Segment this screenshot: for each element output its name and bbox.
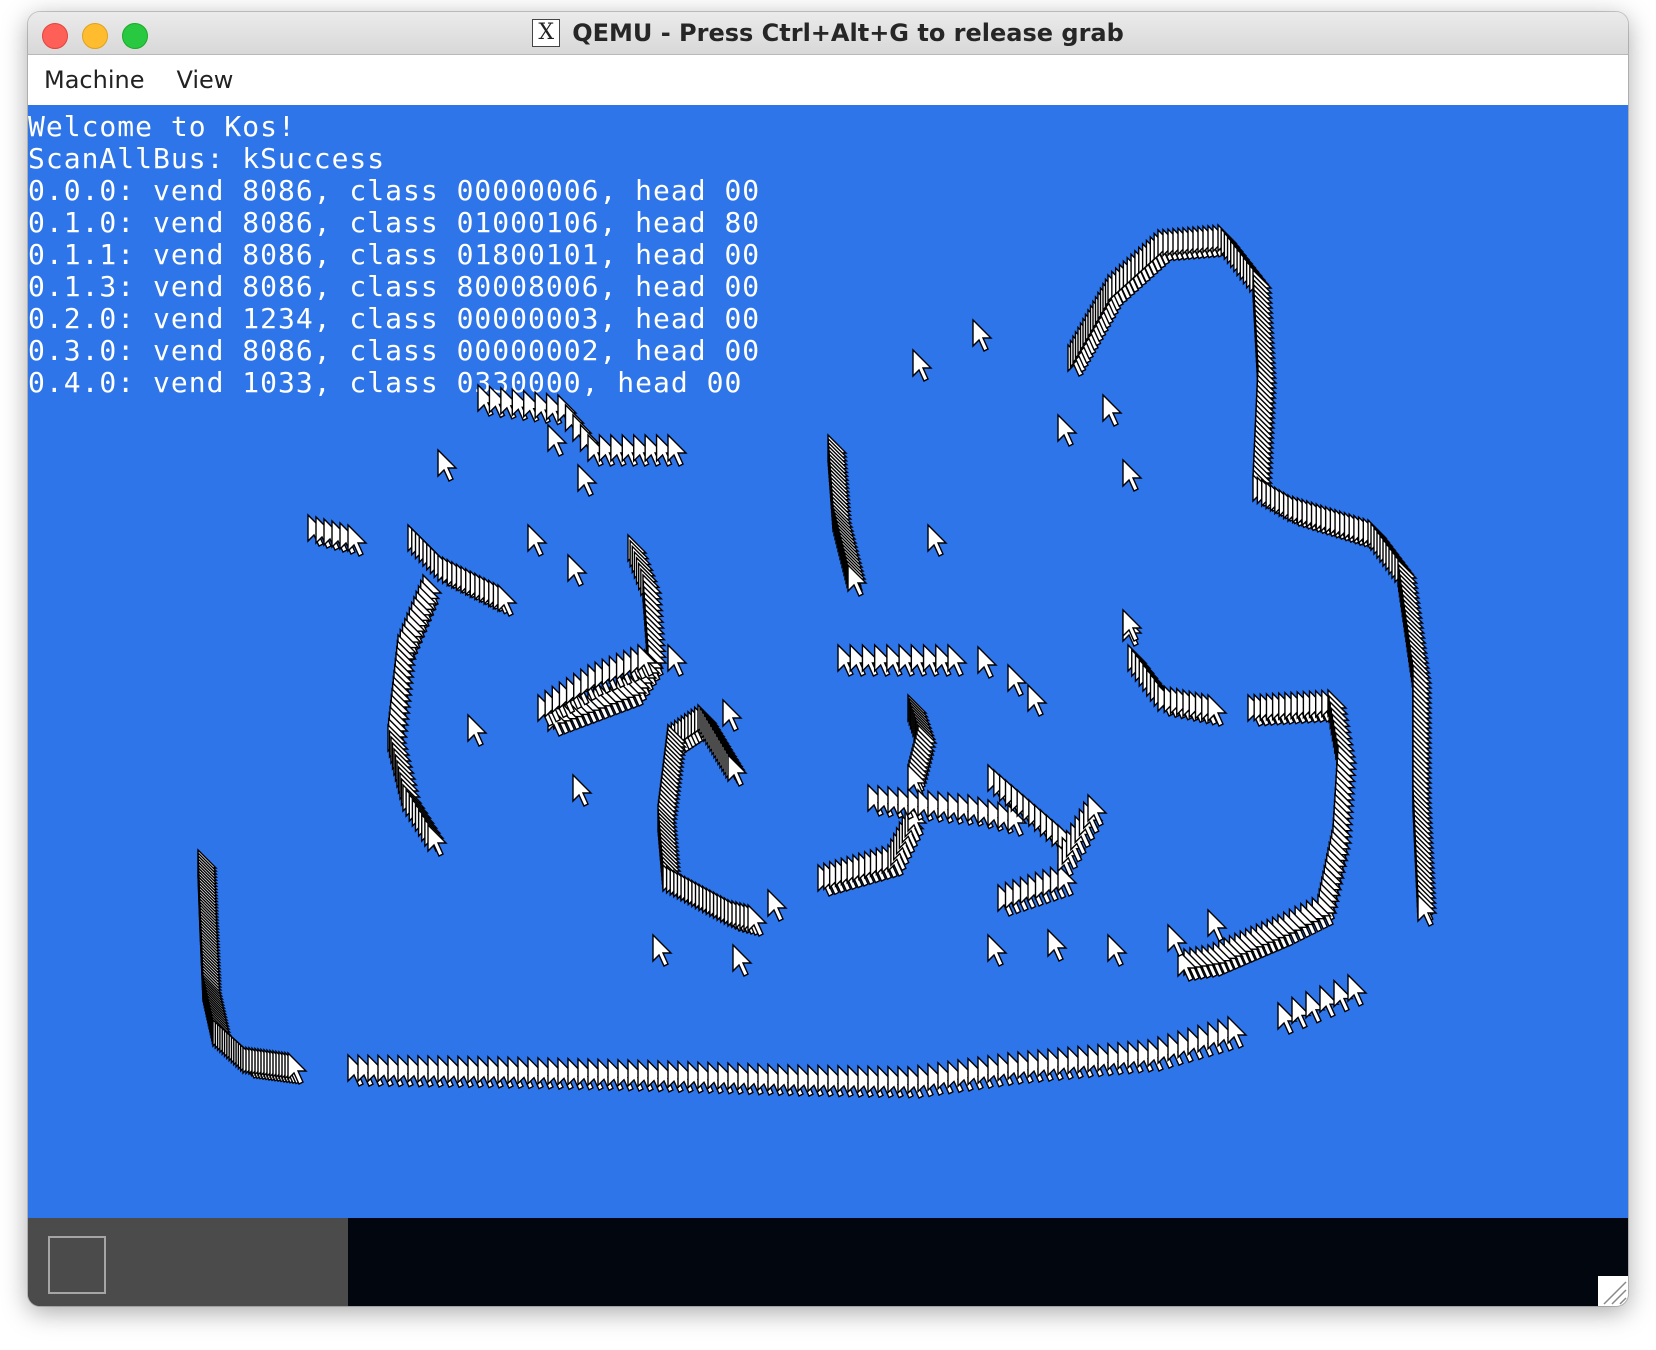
mouse-cursor-icon [572,773,593,807]
mouse-cursor-icon [987,933,1008,967]
mouse-cursor-icon [652,933,673,967]
mouse-cursor-icon [527,523,548,557]
window-title: QEMU - Press Ctrl+Alt+G to release grab [572,19,1124,47]
mouse-cursor-icon [1007,663,1028,697]
mouse-cursor-icon [1102,393,1123,427]
taskbar-panel [28,1218,348,1306]
mouse-cursor-icon [912,348,933,382]
mouse-cursor-icon [1027,683,1048,717]
mouse-cursor-icon [977,645,998,679]
mouse-cursor-icon [732,943,753,977]
mouse-cursor-icon [927,523,948,557]
mouse-cursor-icon [577,463,598,497]
mouse-cursor-icon [1057,413,1078,447]
taskbar [28,1218,1628,1306]
mouse-cursor-icon [467,713,488,747]
mouse-cursor-icon [767,888,788,922]
guest-screen[interactable]: Welcome to Kos! ScanAllBus: kSuccess 0.0… [28,105,1628,1218]
mouse-cursor-icon [1347,973,1368,1007]
resize-grip-icon[interactable] [1598,1276,1628,1306]
mouse-cursor-icon [947,643,968,677]
mouse-cursor-icon [667,643,688,677]
title-area: X QEMU - Press Ctrl+Alt+G to release gra… [28,12,1628,54]
mouse-cursor-icon [567,553,588,587]
window-placeholder-icon[interactable] [48,1236,106,1294]
mouse-cursor-icon [1207,908,1228,942]
mouse-cursor-icon [437,448,458,482]
menu-view[interactable]: View [160,66,249,94]
title-bar[interactable]: X QEMU - Press Ctrl+Alt+G to release gra… [28,12,1628,55]
mouse-trail [197,223,1438,1099]
qemu-window: X QEMU - Press Ctrl+Alt+G to release gra… [28,12,1628,1306]
mouse-cursor-icon [972,318,993,352]
x-window-icon: X [532,19,561,47]
mouse-cursor-icon [547,423,568,457]
mouse-cursor-icon [1122,458,1143,492]
mouse-cursor-icon [722,698,743,732]
mouse-cursor-icon [1047,928,1068,962]
menu-machine[interactable]: Machine [28,66,160,94]
mouse-cursor-icon [1107,933,1128,967]
menu-bar: Machine View [28,55,1628,105]
